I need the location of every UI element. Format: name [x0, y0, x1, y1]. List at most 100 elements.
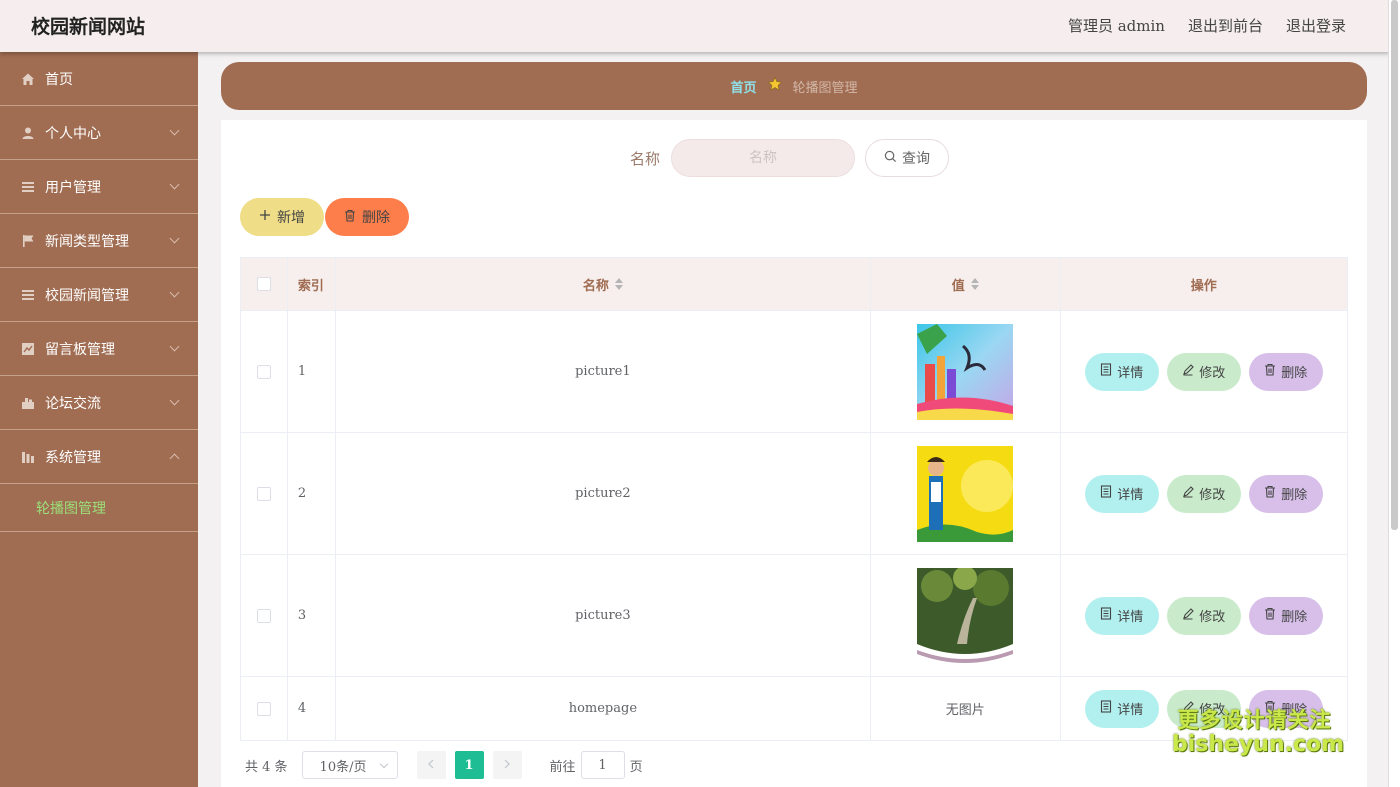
carousel-thumbnail-yellow-cartoon[interactable] [917, 446, 1013, 542]
delete-button[interactable]: 删除 [1249, 475, 1323, 513]
search-input[interactable] [671, 139, 855, 177]
detail-button-label: 详情 [1117, 362, 1143, 381]
sort-icon[interactable] [615, 278, 623, 290]
watermark-line1: 更多设计请关注 [1172, 710, 1337, 731]
sidebar-item-system[interactable]: 系统管理 [0, 430, 198, 484]
list-icon [20, 287, 35, 302]
chart-icon [20, 341, 35, 356]
header-links: 管理员 admin 退出到前台 退出登录 [1068, 15, 1346, 36]
search-label: 名称 [630, 148, 660, 169]
row-value [871, 433, 1061, 554]
edit-button[interactable]: 修改 [1167, 475, 1241, 513]
sidebar-item-label: 个人中心 [45, 123, 101, 143]
chevron-down-icon [170, 180, 180, 190]
sidebar-item-label: 首页 [45, 69, 73, 89]
header-name[interactable]: 名称 [336, 258, 871, 310]
carousel-thumbnail-park-path[interactable] [917, 568, 1013, 664]
document-icon [1100, 363, 1112, 380]
trash-icon [344, 209, 356, 226]
select-all-checkbox[interactable] [257, 277, 271, 291]
row-checkbox[interactable] [257, 609, 271, 623]
detail-button-label: 详情 [1117, 484, 1143, 503]
row-index: 3 [288, 555, 336, 676]
exit-to-frontend-link[interactable]: 退出到前台 [1188, 15, 1263, 36]
home-icon [20, 71, 35, 86]
row-checkbox[interactable] [257, 702, 271, 716]
detail-button[interactable]: 详情 [1085, 353, 1159, 391]
sidebar-item-user-management[interactable]: 用户管理 [0, 160, 198, 214]
edit-button[interactable]: 修改 [1167, 597, 1241, 635]
delete-button-label: 删除 [1281, 484, 1307, 503]
row-checkbox[interactable] [257, 487, 271, 501]
row-select-cell [241, 555, 288, 676]
trash-icon [1264, 485, 1276, 502]
table-header: 索引 名称 值 操作 [241, 258, 1347, 310]
sidebar-item-home[interactable]: 首页 [0, 52, 198, 106]
delete-button[interactable]: 删除 [1249, 353, 1323, 391]
add-button[interactable]: 新增 [240, 198, 324, 236]
chevron-down-icon [170, 396, 180, 406]
chevron-down-icon [170, 126, 180, 136]
document-icon [1100, 607, 1112, 624]
prev-page-button[interactable] [417, 751, 446, 779]
detail-button[interactable]: 详情 [1085, 690, 1159, 728]
edit-button[interactable]: 修改 [1167, 353, 1241, 391]
header-value-label: 值 [952, 275, 965, 294]
search-button-label: 查询 [902, 148, 930, 168]
row-value [871, 555, 1061, 676]
sidebar-item-campus-news[interactable]: 校园新闻管理 [0, 268, 198, 322]
page-size-value: 10条/页 [320, 756, 367, 775]
logout-link[interactable]: 退出登录 [1286, 15, 1346, 36]
sidebar-item-personal-center[interactable]: 个人中心 [0, 106, 198, 160]
goto-suffix: 页 [630, 756, 643, 775]
sidebar-item-label: 论坛交流 [45, 393, 101, 413]
breadcrumb-home-link[interactable]: 首页 [730, 77, 756, 96]
sidebar-item-news-type[interactable]: 新闻类型管理 [0, 214, 198, 268]
main-panel: 名称 查询 新增 删除 索引 名称 值 操作 [221, 120, 1367, 787]
watermark-line2: bisheyun.com [1172, 734, 1337, 756]
delete-button-label: 删除 [1281, 606, 1307, 625]
goto-prefix: 前往 [550, 756, 576, 775]
table-row: 2 picture2 详 [241, 432, 1347, 554]
row-ops: 详情 修改 删除 [1061, 555, 1347, 676]
row-name: picture3 [336, 555, 871, 676]
edit-button-label: 修改 [1199, 362, 1225, 381]
star-icon [767, 76, 783, 96]
document-icon [1100, 700, 1112, 717]
chevron-down-icon [379, 760, 387, 768]
carousel-thumbnail-colorful-festival[interactable] [917, 324, 1013, 420]
header-value[interactable]: 值 [871, 258, 1061, 310]
row-select-cell [241, 311, 288, 432]
sidebar-item-label: 用户管理 [45, 177, 101, 197]
sidebar-subitem-carousel[interactable]: 轮播图管理 [0, 484, 198, 532]
sort-icon[interactable] [971, 278, 979, 290]
sidebar-item-forum[interactable]: 论坛交流 [0, 376, 198, 430]
detail-button[interactable]: 详情 [1085, 475, 1159, 513]
delete-button[interactable]: 删除 [1249, 597, 1323, 635]
document-icon [1100, 485, 1112, 502]
goto-page-input[interactable] [581, 751, 625, 779]
row-name: picture2 [336, 433, 871, 554]
batch-delete-button[interactable]: 删除 [325, 198, 409, 236]
chevron-up-icon [170, 454, 180, 464]
sidebar: 首页 个人中心 用户管理 新闻类型管理 校园新闻管理 留言板管理 [0, 52, 198, 787]
next-page-button[interactable] [493, 751, 522, 779]
page-size-select[interactable]: 10条/页 [302, 751, 398, 779]
sidebar-item-message-board[interactable]: 留言板管理 [0, 322, 198, 376]
row-index: 4 [288, 677, 336, 740]
table-row: 3 picture3 详 [241, 554, 1347, 676]
detail-button-label: 详情 [1117, 699, 1143, 718]
row-checkbox[interactable] [257, 365, 271, 379]
watermark: 更多设计请关注 bisheyun.com [1172, 710, 1337, 756]
search-icon [884, 150, 897, 167]
page-jump: 前往 页 [550, 751, 643, 779]
admin-user-link[interactable]: 管理员 admin [1068, 15, 1165, 36]
page-scrollbar[interactable] [1391, 0, 1398, 530]
pagination-total: 共 4 条 [245, 756, 288, 775]
page-number-active[interactable]: 1 [455, 751, 484, 779]
flag-icon [20, 233, 35, 248]
search-button[interactable]: 查询 [865, 139, 949, 177]
detail-button[interactable]: 详情 [1085, 597, 1159, 635]
table-row: 1 picture1 [241, 310, 1347, 432]
chevron-down-icon [170, 288, 180, 298]
